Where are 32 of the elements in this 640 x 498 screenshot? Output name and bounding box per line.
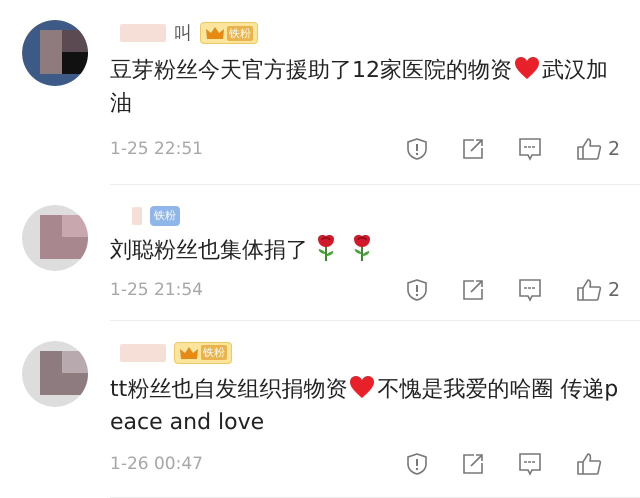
blurred-username [120, 344, 166, 362]
share-icon[interactable] [462, 278, 484, 300]
comment-icon[interactable] [518, 137, 542, 161]
like-icon[interactable] [576, 137, 602, 161]
comment-text: tt粉丝也自发组织捐物资 不愧是我爱的哈圈 传递peace and love [110, 374, 620, 437]
share-icon[interactable] [462, 452, 484, 475]
comment-time: 1-25 22:51 [110, 139, 204, 159]
crown-icon [205, 25, 225, 41]
heart-icon [349, 374, 376, 399]
share-icon[interactable] [462, 138, 484, 160]
like-count: 2 [608, 278, 620, 300]
comment-icon[interactable] [518, 278, 542, 302]
like-icon[interactable] [576, 452, 602, 476]
like-icon[interactable] [576, 278, 602, 302]
report-icon[interactable] [406, 137, 428, 161]
blurred-username [120, 24, 166, 42]
crown-icon [179, 344, 199, 361]
heart-icon [514, 56, 540, 80]
username-fragment: 叫 [174, 22, 192, 45]
fan-badge: 铁粉 [174, 342, 232, 364]
comment-text: 刘聪粉丝也集体捐了 [110, 234, 620, 267]
avatar[interactable] [22, 20, 88, 86]
comment-text: 豆芽粉丝今天官方援助了12家医院的物资 武汉加油 [110, 55, 609, 118]
like-count: 2 [608, 138, 620, 160]
fan-badge: 铁粉 [200, 22, 258, 44]
blurred-username [132, 206, 142, 224]
comment-time: 1-25 21:54 [110, 280, 204, 300]
fan-badge: 铁粉 [150, 206, 180, 226]
report-icon[interactable] [406, 452, 428, 476]
comment-time: 1-26 00:47 [110, 454, 204, 474]
comment-icon[interactable] [518, 452, 542, 476]
report-icon[interactable] [406, 278, 428, 302]
